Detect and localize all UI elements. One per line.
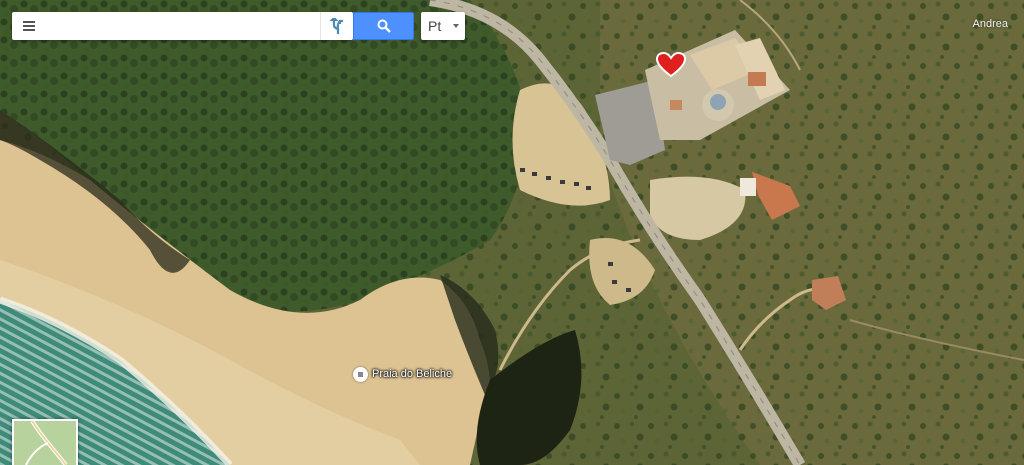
beach-poi-icon <box>353 367 368 382</box>
magnifier-icon <box>377 19 391 33</box>
main-menu-button[interactable] <box>12 12 46 40</box>
user-account-name[interactable]: Andrea <box>973 18 1008 30</box>
poi-label: Praia do Beliche <box>372 368 453 380</box>
menu-icon-line <box>23 29 35 31</box>
directions-icon <box>329 18 343 34</box>
satellite-map[interactable] <box>0 0 1024 465</box>
map-thumbnail-icon <box>14 421 76 465</box>
search-input[interactable] <box>48 16 328 38</box>
heart-icon[interactable] <box>656 52 686 78</box>
search-button[interactable] <box>353 12 414 40</box>
chevron-down-icon <box>453 24 459 28</box>
menu-icon-line <box>23 25 35 27</box>
hamburger-menu-icon <box>23 21 35 23</box>
language-selector[interactable]: Pt <box>421 12 465 40</box>
search-bar <box>12 12 353 40</box>
map-view-toggle[interactable] <box>12 419 78 465</box>
directions-button[interactable] <box>320 12 353 40</box>
language-label: Pt <box>428 18 442 34</box>
